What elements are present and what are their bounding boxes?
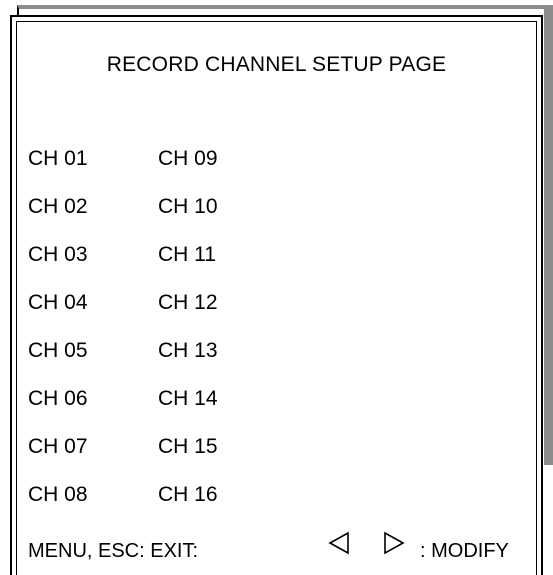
channel-item-06[interactable]: CH 06 — [28, 387, 88, 411]
setup-panel — [10, 15, 543, 575]
channel-item-10[interactable]: CH 10 — [158, 195, 218, 219]
panel-border — [16, 21, 537, 575]
channel-item-09[interactable]: CH 09 — [158, 147, 218, 171]
channel-item-07[interactable]: CH 07 — [28, 435, 88, 459]
channel-item-11[interactable]: CH 11 — [158, 243, 216, 267]
channel-item-13[interactable]: CH 13 — [158, 339, 218, 363]
triangle-right-icon — [384, 531, 405, 555]
channel-item-05[interactable]: CH 05 — [28, 339, 88, 363]
channel-item-01[interactable]: CH 01 — [28, 147, 88, 171]
channel-item-02[interactable]: CH 02 — [28, 195, 88, 219]
page-title: RECORD CHANNEL SETUP PAGE — [106, 53, 447, 76]
channel-item-03[interactable]: CH 03 — [28, 243, 88, 267]
channel-item-15[interactable]: CH 15 — [158, 435, 218, 459]
channel-item-08[interactable]: CH 08 — [28, 483, 88, 507]
triangle-left-icon — [328, 531, 349, 555]
channel-item-16[interactable]: CH 16 — [158, 483, 218, 507]
channel-item-14[interactable]: CH 14 — [158, 387, 218, 411]
modify-hint: : MODIFY — [420, 540, 509, 562]
channel-item-04[interactable]: CH 04 — [28, 291, 88, 315]
exit-hint: MENU, ESC: EXIT: — [28, 540, 199, 562]
channel-item-12[interactable]: CH 12 — [158, 291, 218, 315]
